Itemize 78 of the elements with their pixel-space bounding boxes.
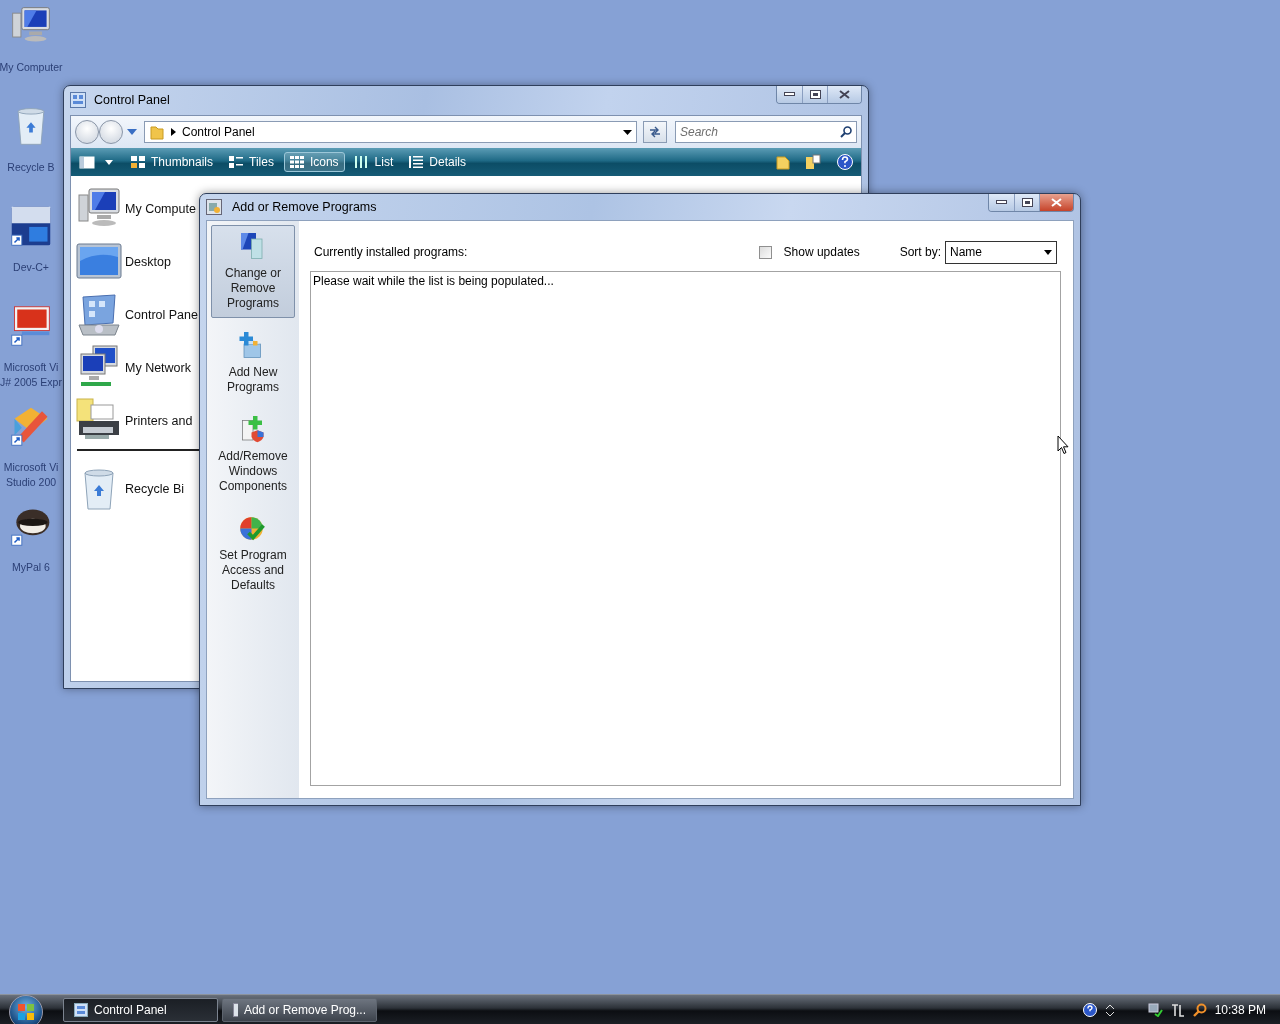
notification-arrows-icon[interactable] [1104,1002,1115,1017]
loading-message: Please wait while the list is being populated... [313,274,554,288]
minimize-icon [784,92,795,97]
folder-icon[interactable] [775,154,791,170]
control-panel-item[interactable]: Desktop [125,254,171,269]
close-icon [1051,198,1062,207]
layout-icon[interactable] [79,155,95,169]
control-panel-item[interactable]: My Compute [125,201,196,216]
shortcut-app-icon [9,204,53,248]
desktop-icon-label[interactable]: Microsoft Vi J# 2005 Expr [0,360,62,390]
refresh-button[interactable] [643,121,667,143]
maximize-icon [1021,198,1033,207]
taskbar-button[interactable]: Control Panel [63,997,218,1022]
view-button[interactable]: Thumbnails [125,152,220,172]
close-icon [839,90,850,99]
desktop-icon-label[interactable]: Microsoft Vi Studio 200 [3,460,59,490]
maximize-icon [809,90,821,99]
start-button[interactable] [9,995,43,1024]
folder-options-icon[interactable] [805,154,821,170]
control-panel-item[interactable]: Control Pane [125,307,198,322]
search-field[interactable]: Search [675,121,857,143]
help-icon[interactable] [1082,1002,1097,1017]
language-icon[interactable] [1170,1002,1185,1017]
window-title: Control Panel [94,93,170,107]
desktop-icon-label[interactable]: My Computer [0,60,63,75]
control-panel-item[interactable]: Printers and [125,413,193,428]
installed-programs-label: Currently installed programs: [314,245,468,259]
control-panel-item[interactable]: My Network [125,360,191,375]
desktop-icon-label[interactable]: MyPal 6 [12,560,50,575]
minimize-button[interactable] [989,194,1014,211]
nav-button[interactable]: Add New Programs [211,324,295,402]
caret-icon[interactable] [623,129,632,135]
details-icon [409,156,424,168]
caret-icon[interactable] [105,159,113,165]
taskbar-button[interactable]: Add or Remove Prog... [222,997,377,1022]
help-icon[interactable] [837,154,853,170]
maximize-button[interactable] [802,86,827,103]
magnifier-icon[interactable] [1192,1002,1207,1017]
caret-icon [1044,249,1052,255]
minimize-button[interactable] [777,86,802,103]
window-title: Add or Remove Programs [232,200,377,214]
control-panel-item[interactable]: Recycle Bi [125,481,185,496]
refresh-icon [648,126,662,138]
view-button[interactable]: Details [403,152,472,172]
thumbnails-icon [131,156,145,168]
desktop-icon-label[interactable]: Dev-C+ [13,260,49,275]
chevron-icon [171,128,176,136]
cursor-icon [1057,435,1069,455]
nav-button[interactable]: Change or Remove Programs [211,225,295,318]
view-button[interactable]: Icons [283,152,345,172]
back-button[interactable] [75,120,99,144]
nav-button[interactable]: Add/Remove Windows Components [211,408,295,501]
minimize-icon [996,200,1007,205]
address-text: Control Panel [182,125,255,139]
nav-button[interactable]: Set Program Access and Defaults [211,507,295,600]
start-logo-icon [17,1003,35,1021]
network-icon[interactable] [1146,1002,1163,1017]
grid-icon [289,156,304,168]
list-icon [354,156,369,168]
desktop-icon-label[interactable]: Recycle B [7,160,55,175]
show-updates-label[interactable]: Show updates [783,245,860,259]
forward-button[interactable] [99,120,123,144]
maximize-button[interactable] [1014,194,1039,211]
show-updates-checkbox[interactable] [758,245,772,259]
sort-by-dropdown[interactable]: Name [945,240,1057,264]
clock[interactable]: 10:38 PM [1214,1002,1266,1017]
view-button[interactable]: Tiles [223,152,280,172]
shortcut-app-icon [9,304,53,348]
control-panel-icon [70,92,86,108]
sort-by-label: Sort by: [899,245,941,259]
folder-icon [149,124,165,140]
address-bar[interactable]: Control Panel [144,121,637,143]
search-icon [840,126,852,138]
view-button[interactable]: List [348,152,400,172]
tiles-icon [229,156,244,168]
close-button[interactable] [827,86,861,103]
close-button[interactable] [1039,194,1073,211]
control-panel-icon [74,1002,88,1017]
